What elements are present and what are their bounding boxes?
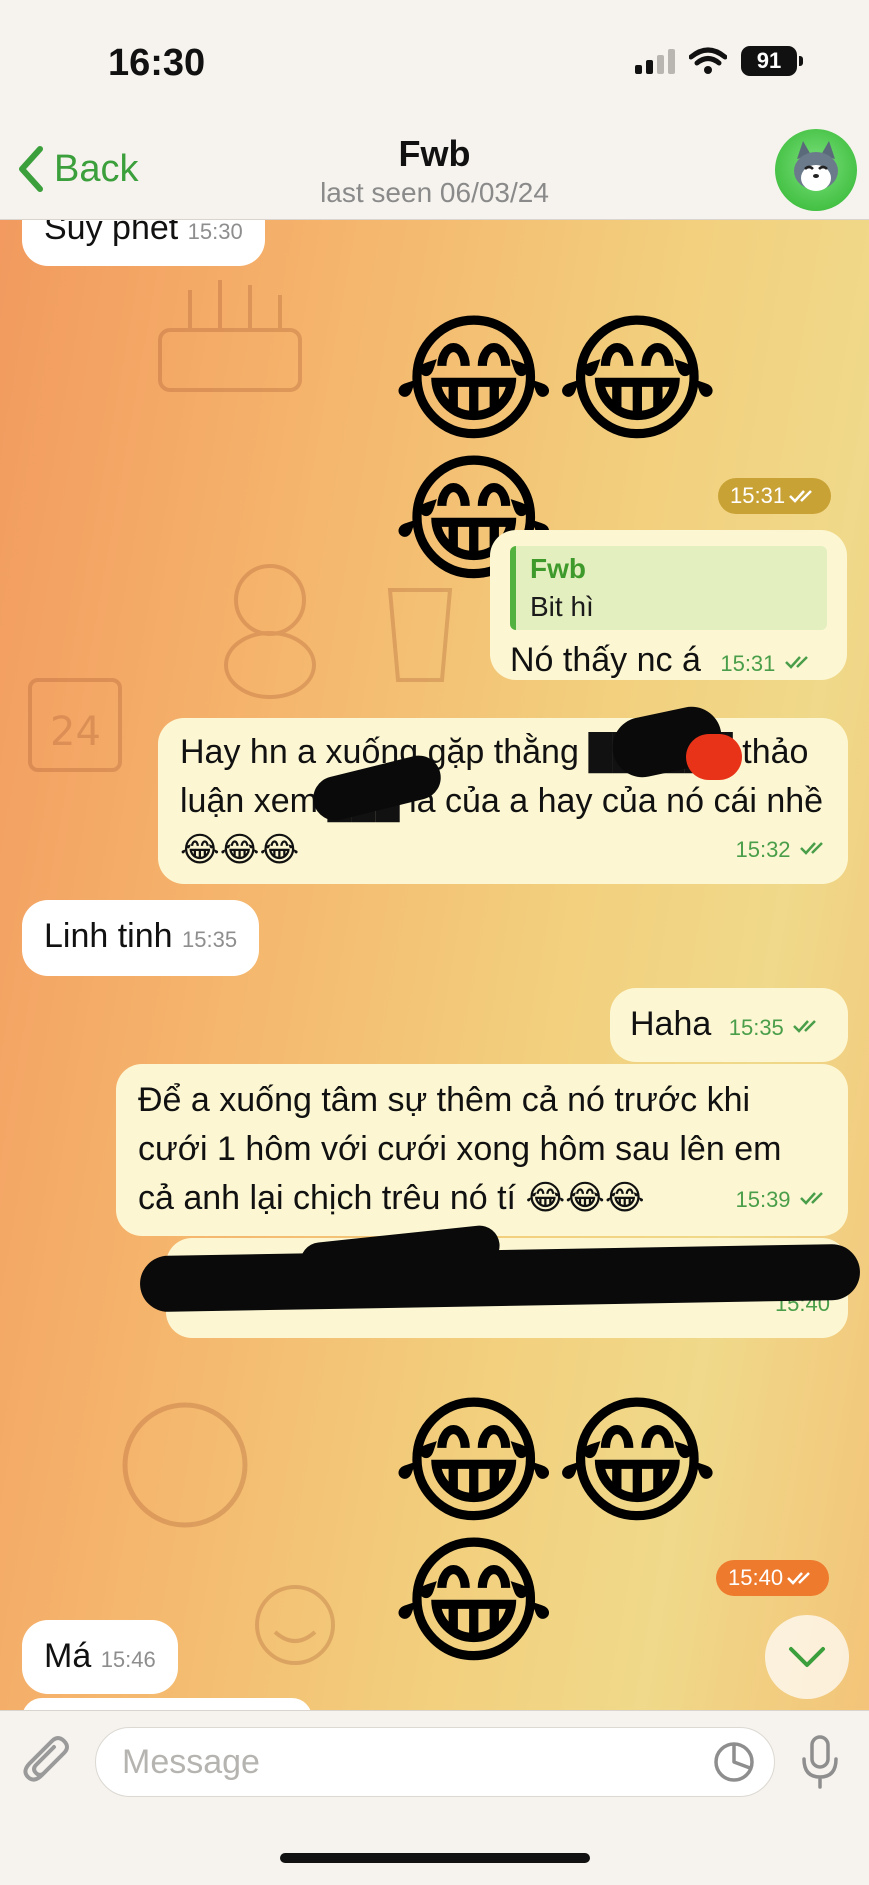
- message-incoming-partial[interactable]: [22, 1698, 312, 1710]
- message-text: Suy phết: [44, 220, 179, 247]
- message-time: 15:30: [187, 220, 243, 244]
- battery-icon: 91: [741, 46, 803, 76]
- message-outgoing[interactable]: Haha 15:35: [610, 988, 848, 1062]
- message-incoming[interactable]: Linh tinh 15:35: [22, 900, 260, 976]
- scroll-down-button[interactable]: [765, 1615, 849, 1699]
- calendar-doodle-icon: 24: [28, 678, 122, 772]
- message-time: 15:31: [730, 483, 786, 508]
- reply-author: Fwb: [530, 553, 586, 584]
- double-check-icon: [793, 1020, 817, 1033]
- message-text: Linh tinh: [44, 917, 173, 955]
- message-incoming[interactable]: Suy phết 15:30: [22, 220, 265, 266]
- last-seen-status: last seen 06/03/24: [320, 177, 549, 208]
- message-text: Má: [44, 1637, 92, 1675]
- message-input[interactable]: [95, 1727, 775, 1797]
- message-outgoing[interactable]: Hay hn a xuống gặp thằng ██████ thảo luậ…: [158, 718, 848, 884]
- double-check-icon: [800, 842, 823, 855]
- message-time: 15:39: [735, 1187, 791, 1212]
- chat-header: Back Fwb last seen 06/03/24: [0, 125, 869, 220]
- message-text: Để a xuống tâm sự thêm cả nó trước khi c…: [138, 1081, 782, 1217]
- microphone-icon[interactable]: [800, 1735, 840, 1791]
- message-time: 15:32: [735, 837, 791, 862]
- smiley-doodle-icon: [255, 1585, 335, 1665]
- avatar[interactable]: [775, 129, 857, 211]
- wreath-doodle-icon: [122, 1402, 248, 1528]
- sticker-icon[interactable]: [712, 1740, 756, 1784]
- message-text: Haha: [630, 1005, 712, 1043]
- message-outgoing-reply[interactable]: Fwb Bit hì Nó thấy nc á 15:31: [490, 530, 847, 680]
- time-pill: 15:31: [718, 478, 832, 514]
- message-time: 15:35: [728, 1015, 784, 1040]
- status-time: 16:30: [108, 42, 206, 84]
- double-check-icon: [789, 490, 812, 503]
- double-check-icon: [800, 1192, 823, 1205]
- message-time: 15:40: [728, 1565, 784, 1590]
- message-outgoing[interactable]: Để a xuống tâm sự thêm cả nó trước khi c…: [116, 1064, 848, 1236]
- wifi-icon: [689, 47, 727, 74]
- reply-quote[interactable]: Fwb Bit hì: [510, 546, 827, 630]
- message-composer: [0, 1710, 869, 1885]
- message-time: 15:31: [720, 651, 776, 676]
- redaction-scribble: [686, 734, 742, 780]
- chat-area[interactable]: 24 Suy phết 15:30 😂😂😂 15:31 Fwb Bit hì N…: [0, 220, 869, 1710]
- time-pill: 15:40: [716, 1560, 830, 1596]
- message-time: 15:46: [100, 1647, 156, 1672]
- status-bar: 16:30 91: [0, 0, 869, 125]
- paperclip-icon[interactable]: [22, 1733, 72, 1789]
- double-check-icon: [784, 656, 808, 669]
- message-text: Nó thấy nc á: [510, 641, 701, 679]
- message-time: 15:35: [182, 927, 238, 952]
- svg-text:24: 24: [50, 709, 101, 755]
- chat-title[interactable]: Fwb: [0, 133, 869, 175]
- avatar-husky-icon: [794, 141, 838, 191]
- cellular-signal-icon: [635, 48, 675, 74]
- reply-text: Bit hì: [530, 591, 594, 622]
- message-incoming[interactable]: Má 15:46: [22, 1620, 178, 1694]
- status-icons: 91: [635, 46, 803, 76]
- cake-doodle-icon: [158, 280, 302, 392]
- chevron-down-icon: [789, 1647, 825, 1667]
- home-indicator: [280, 1853, 590, 1863]
- double-check-icon: [787, 1572, 810, 1585]
- teddy-doodle-icon: [224, 564, 316, 699]
